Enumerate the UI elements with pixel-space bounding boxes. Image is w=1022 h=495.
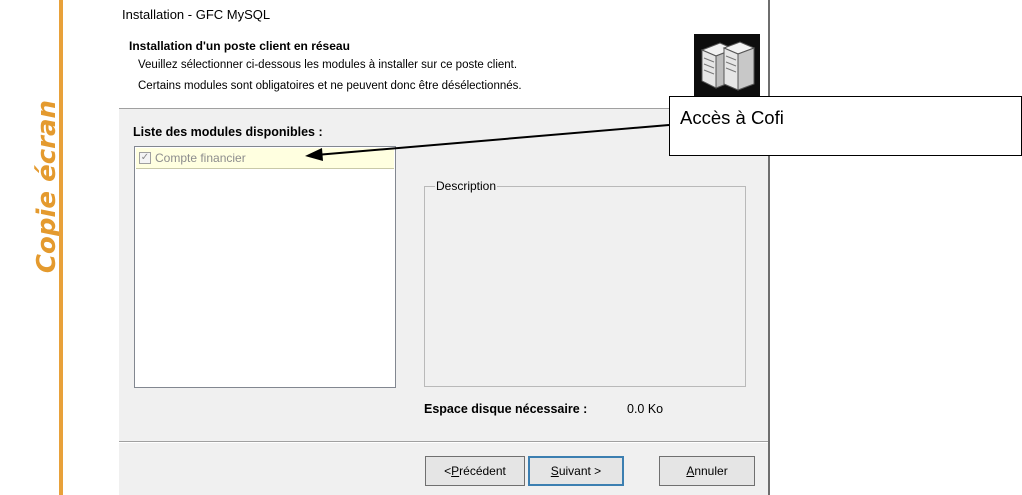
side-bar [59,0,63,495]
header-desc-line1: Veuillez sélectionner ci-dessous les mod… [138,59,518,71]
installer-window: Installation - GFC MySQL Installation d'… [119,0,770,495]
previous-button[interactable]: < Précédent [425,456,525,486]
module-checkbox[interactable]: ✓ [139,152,151,164]
next-button-rest: uivant > [558,464,602,478]
side-label-text: Copie écran [32,100,62,274]
header-desc-line2: Certains modules sont obligatoires et ne… [138,80,522,92]
callout-text: Accès à Cofi [680,107,784,128]
cancel-button-accel: A [686,464,695,478]
description-groupbox: Description [424,179,746,387]
next-button[interactable]: Suivant > [528,456,624,486]
next-button-accel: S [550,464,559,478]
header-title: Installation d'un poste client en réseau [129,39,350,53]
footer-separator [119,441,768,443]
cancel-button[interactable]: Annuler [659,456,755,486]
module-label: Compte financier [155,151,246,165]
cancel-button-rest: nnuler [694,464,728,478]
previous-button-prefix: < [444,464,452,478]
modules-list[interactable]: ✓ Compte financier [134,146,396,388]
previous-button-accel: P [451,464,460,478]
callout-box: Accès à Cofi [669,96,1022,156]
server-logo-icon [694,34,760,98]
window-titlebar: Installation - GFC MySQL [119,0,768,32]
disk-space-value: 0.0 Ko [627,402,664,416]
description-legend: Description [435,179,498,193]
modules-list-label: Liste des modules disponibles : [133,125,323,139]
side-label: Copie écran [0,0,62,495]
previous-button-rest: récédent [459,464,506,478]
window-title: Installation - GFC MySQL [122,7,271,22]
module-item-compte-financier[interactable]: ✓ Compte financier [136,148,394,169]
disk-space-label: Espace disque nécessaire : [424,402,588,416]
